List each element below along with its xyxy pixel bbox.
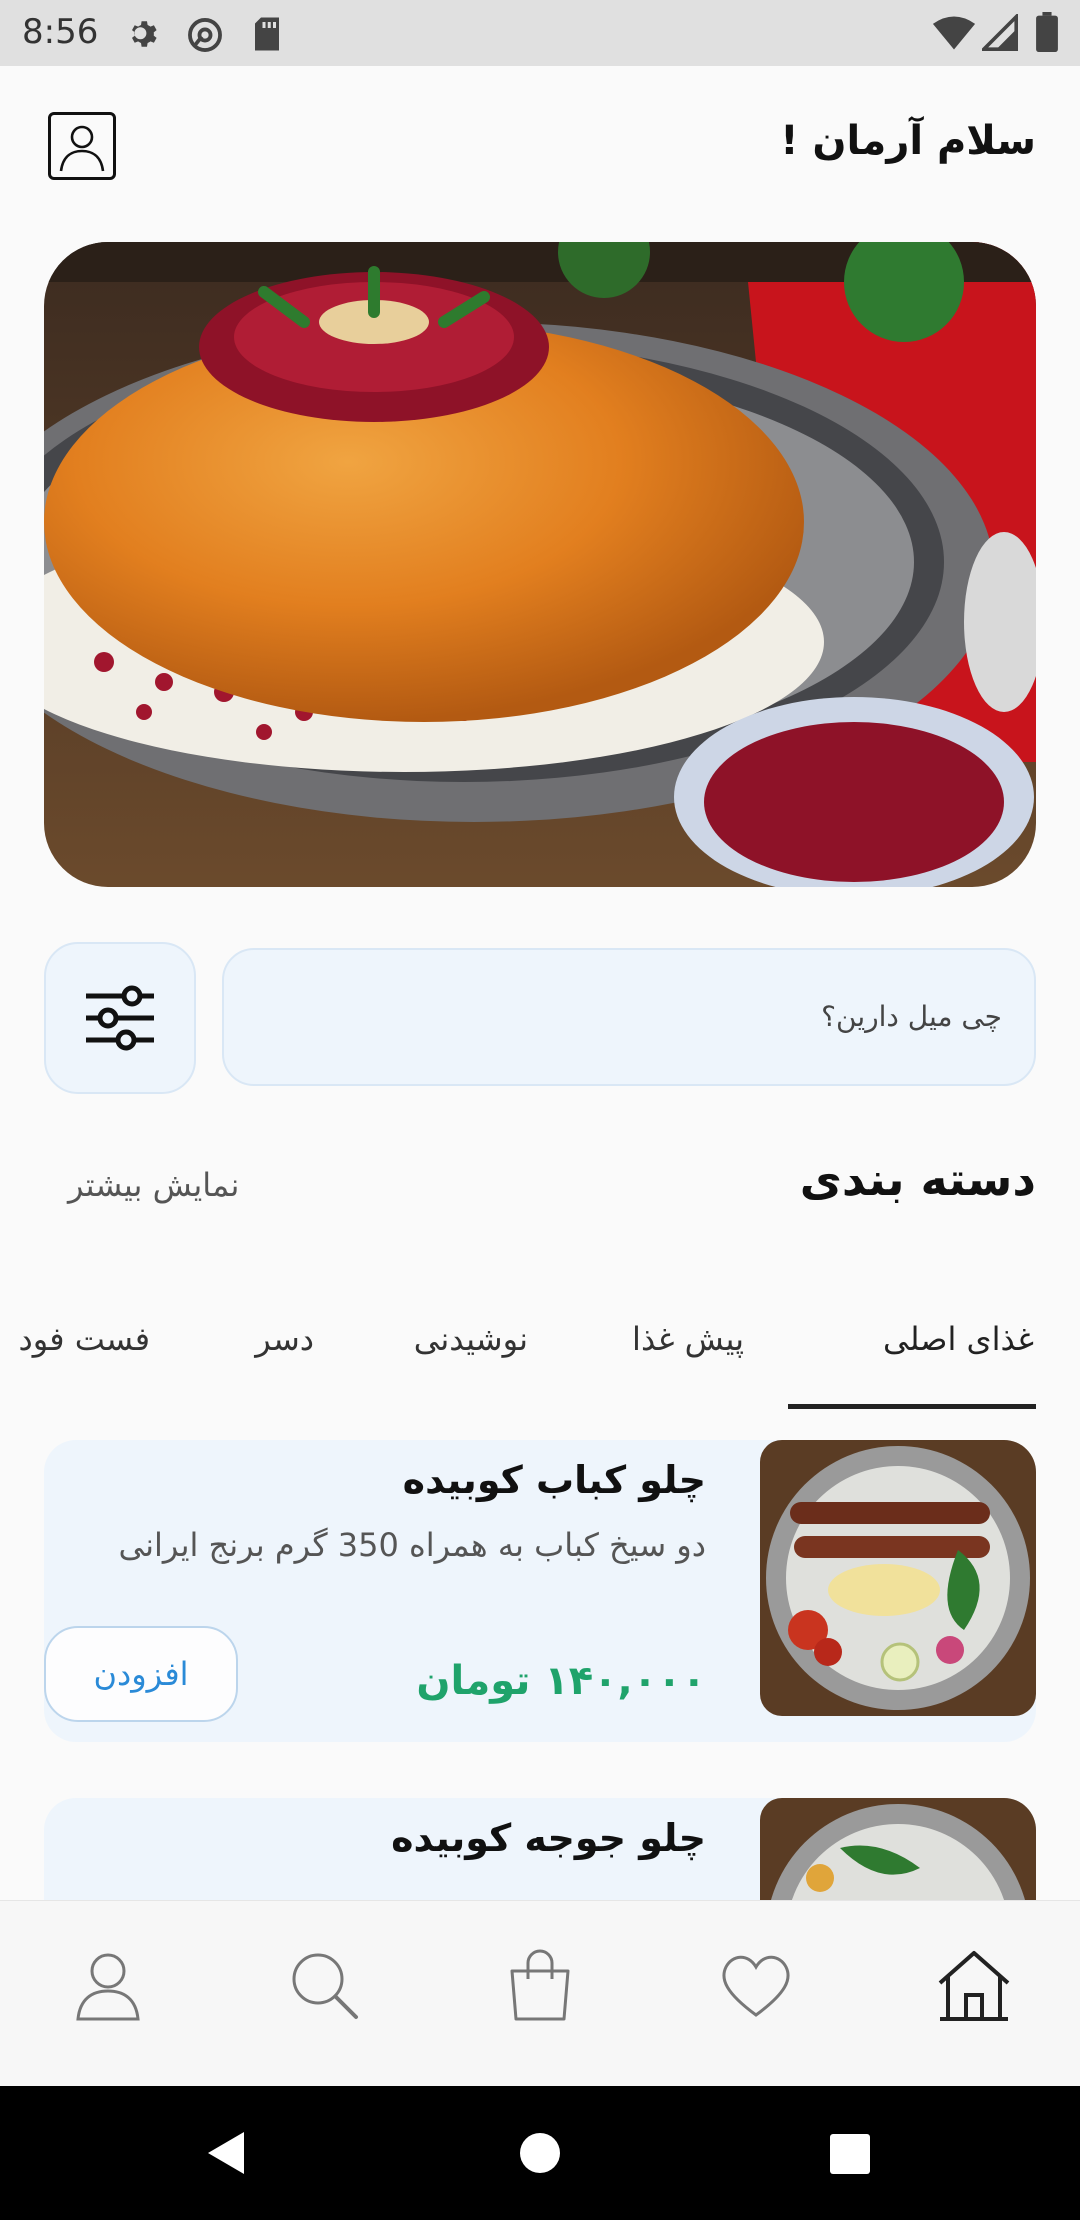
user-outline-icon (59, 125, 105, 172)
home-circle-icon[interactable] (518, 2131, 562, 2175)
tab-dessert[interactable]: دسر (255, 1320, 314, 1358)
add-to-cart-button[interactable]: افزودن (44, 1626, 238, 1722)
show-more-link[interactable]: نمایش بیشتر (68, 1166, 239, 1204)
back-icon[interactable] (202, 2128, 252, 2178)
sliders-icon (86, 985, 154, 1051)
food-card[interactable]: چلو کباب کوبیده دو سیخ کباب به همراه 350… (44, 1440, 1036, 1742)
active-tab-indicator (788, 1404, 1036, 1409)
tab-drinks[interactable]: نوشیدنی (414, 1320, 528, 1358)
user-icon[interactable] (68, 1945, 148, 2025)
food-description: دو سیخ کباب به همراه 350 گرم برنج ایرانی (118, 1526, 706, 1564)
status-bar: 8:56 (0, 0, 1080, 66)
shopping-bag-icon[interactable] (500, 1945, 580, 2025)
signal-icon (982, 14, 1018, 51)
categories-title: دسته بندی (799, 1152, 1036, 1206)
recents-icon[interactable] (830, 2134, 870, 2174)
status-time: 8:56 (22, 12, 99, 52)
filter-button[interactable] (44, 942, 196, 1094)
bottom-navigation (0, 1900, 1080, 2087)
food-name: چلو کباب کوبیده (402, 1458, 706, 1502)
food-thumbnail (760, 1440, 1036, 1716)
greeting-title: سلام آرمان ! (780, 118, 1036, 164)
sd-card-icon (255, 17, 279, 51)
wifi-icon (932, 16, 976, 50)
category-tabs: غذای اصلی پیش غذا نوشیدنی دسر فست فود (0, 1300, 1080, 1412)
search-input[interactable]: چی میل دارین؟ (222, 948, 1036, 1086)
battery-icon (1036, 12, 1058, 52)
heart-icon[interactable] (716, 1945, 796, 2025)
system-navigation-bar (0, 2086, 1080, 2220)
tab-fast-food[interactable]: فست فود (18, 1320, 150, 1358)
home-icon[interactable] (934, 1945, 1014, 2025)
settings-icon (132, 21, 157, 47)
at-sign-icon (188, 18, 222, 52)
search-placeholder: چی میل دارین؟ (821, 1000, 1002, 1033)
profile-button[interactable] (48, 112, 116, 180)
tab-main-food[interactable]: غذای اصلی (883, 1320, 1034, 1358)
food-name: چلو جوجه کوبیده (391, 1816, 706, 1860)
search-icon[interactable] (284, 1945, 364, 2025)
hero-food-image (44, 242, 1036, 887)
tab-appetizer[interactable]: پیش غذا (632, 1320, 744, 1358)
food-price: ۱۴۰,۰۰۰ تومان (416, 1658, 706, 1704)
